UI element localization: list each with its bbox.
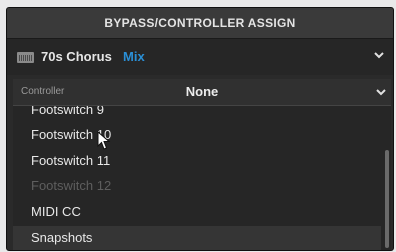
controller-dropdown[interactable]: Controller None xyxy=(13,79,391,106)
block-name: 70s Chorus xyxy=(41,49,112,64)
list-item-footswitch-9[interactable]: Footswitch 9 xyxy=(13,106,381,123)
list-item-footswitch-11[interactable]: Footswitch 11 xyxy=(13,149,381,174)
amp-icon xyxy=(17,52,34,63)
mouse-pointer-icon xyxy=(97,131,111,150)
chevron-down-icon[interactable] xyxy=(373,49,385,61)
parameter-name[interactable]: Mix xyxy=(123,49,145,64)
list-item-footswitch-12: Footswitch 12 xyxy=(31,178,112,193)
list-item-midi-cc[interactable]: MIDI CC xyxy=(13,200,381,225)
list-item-footswitch-10[interactable]: Footswitch 10 xyxy=(13,123,381,148)
list-scrollbar[interactable] xyxy=(385,150,389,248)
chevron-down-icon[interactable] xyxy=(375,86,387,98)
bypass-controller-assign-panel: BYPASS/CONTROLLER ASSIGN 70s Chorus Mix … xyxy=(6,7,394,251)
controller-options-list[interactable]: Footswitch 9 Footswitch 10 Footswitch 11… xyxy=(13,106,391,250)
controller-value: None xyxy=(185,84,219,99)
list-item-snapshots[interactable]: Snapshots xyxy=(13,226,381,250)
panel-title: BYPASS/CONTROLLER ASSIGN xyxy=(7,8,393,39)
block-selector[interactable]: 70s Chorus Mix xyxy=(7,39,393,75)
